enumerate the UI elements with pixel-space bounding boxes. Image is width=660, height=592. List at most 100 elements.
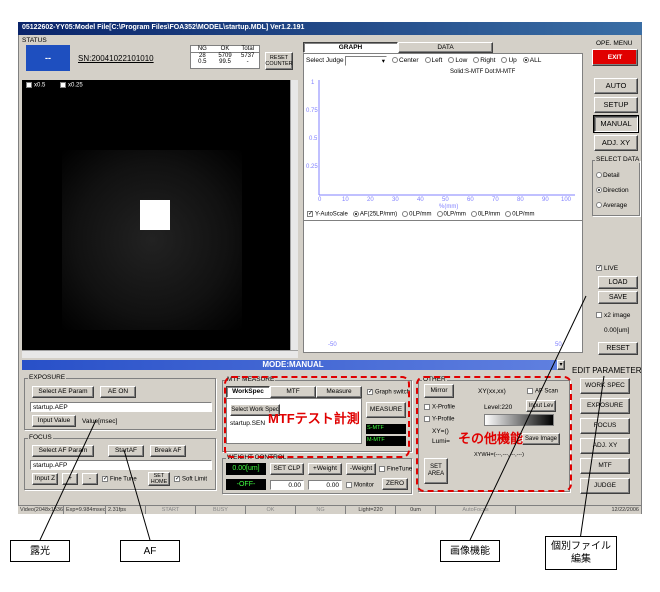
x2image-checkbox[interactable]: x2 image [596,312,630,319]
ytick-025: 0.25 [306,164,318,170]
start-af-button[interactable]: StartAF [108,445,144,457]
freq-radio-4[interactable]: 0LP/mm [505,211,535,218]
status-exposure: Exp=9.984msec [66,506,106,514]
radio-direction[interactable]: Direction [596,187,629,194]
status-video: Video(2048x1536) [20,506,64,514]
soft-limit-checkbox[interactable]: ✓ Soft Limit [174,476,207,483]
adjxy-button[interactable]: ADJ. XY [594,135,638,151]
freq-radio-af[interactable]: AF(25LP/mm) [352,211,397,218]
load-button[interactable]: LOAD [598,276,638,289]
radio-center[interactable]: Center [392,57,419,64]
counter-table: NG OK Total 28 5709 5737 0.5 99.5 - [190,45,260,69]
input-z-button[interactable]: Input Z [32,473,58,485]
freq-row: ✓ Y-AutoScale AF(25LP/mm) 0LP/mm 0LP/mm 0… [307,211,535,218]
xtick-90: 90 [542,197,549,203]
status-bar: Video(2048x1536) Exp=9.984msec 2.31fps S… [18,505,642,514]
status-ok: OK [246,506,296,514]
set-clp-button[interactable]: SET CLP [270,463,304,475]
reset-counter-button[interactable]: RESET COUNTER [265,52,293,70]
target-glow [62,150,242,330]
weight-value-1[interactable]: 0.00 [270,480,304,490]
image-function-callout: 画像機能 [440,540,500,562]
focus-finetune-checkbox[interactable]: ✓ Fine Tune [102,476,137,483]
judge-radios: Center Left Low Right Up ALL [392,57,541,64]
select-af-param-button[interactable]: Select AF Param [32,445,94,457]
save-button[interactable]: SAVE [598,291,638,304]
weight-finetune-checkbox[interactable]: FineTune [379,466,412,473]
radio-detail[interactable]: Detail [596,172,620,179]
chevron-down-icon: ▾ [559,361,563,368]
ae-on-button[interactable]: AE ON [100,386,136,398]
um-readout: 0.00[um] [604,327,630,334]
freq-radio-1[interactable]: 0LP/mm [402,211,432,218]
radio-up[interactable]: Up [501,57,517,64]
exit-button[interactable]: EXIT [592,49,638,66]
ae-file-field[interactable]: startup.AEP [30,402,212,412]
af-callout: AF [120,540,180,562]
z-minus-button[interactable]: - [82,473,98,485]
ng-percent: 0.5 [198,59,207,65]
ope-menu-label: OPE. MENU [596,40,633,47]
x05-checkbox[interactable] [26,82,32,88]
xtick-70: 70 [492,197,499,203]
input-value-button[interactable]: Input Value [32,415,76,427]
freq-radio-2[interactable]: 0LP/mm [436,211,466,218]
x025-checkbox[interactable] [60,82,66,88]
radio-right[interactable]: Right [473,57,495,64]
select-judge-dropdown[interactable]: ▾ [345,56,387,66]
focus-label: FOCUS [28,434,53,441]
radio-low[interactable]: Low [448,57,467,64]
weight-um-display: 0.00[um] [226,463,266,475]
other-highlight-box [416,376,572,492]
edit-exposure-button[interactable]: EXPOSURE [580,398,630,414]
reset-button[interactable]: RESET [598,342,638,355]
image-hscroll[interactable] [22,350,298,358]
x-unit: %(mm) [439,204,458,210]
tab-graph[interactable]: GRAPH [303,42,398,53]
break-af-button[interactable]: Break AF [150,445,186,457]
edit-workspec-button[interactable]: WORK SPEC [580,378,630,394]
z-plus-button[interactable]: + [62,473,78,485]
minus-weight-button[interactable]: -Weight [346,463,376,475]
status-busy: BUSY [196,506,246,514]
freq-radio-3[interactable]: 0LP/mm [470,211,500,218]
manual-button[interactable]: MANUAL [593,115,639,133]
edit-mtf-button[interactable]: MTF [580,458,630,474]
camera-image: x0.5 x0.25 [22,80,290,350]
ytick-05: 0.5 [309,136,318,142]
autoscale-checkbox[interactable]: ✓ Y-AutoScale [307,211,348,218]
status-ng: NG [296,506,346,514]
setup-button[interactable]: SETUP [594,97,638,113]
auto-button[interactable]: AUTO [594,78,638,94]
set-home-button[interactable]: SET HOME [148,472,170,486]
total-header: Total [241,46,255,52]
status-autofocus: AutoFocus [436,506,516,514]
serial-number: SN:20041022101010 [78,54,154,63]
edit-focus-button[interactable]: FOCUS [580,418,630,434]
xtick-10: 10 [342,197,349,203]
individual-file-callout: 個別ファイル 編集 [545,536,617,570]
monitor-checkbox[interactable]: Monitor [346,482,374,489]
radio-average[interactable]: Average [596,202,627,209]
select-ae-param-button[interactable]: Select AE Param [32,386,94,398]
edit-adjxy-button[interactable]: ADJ. XY [580,438,630,454]
mode-dropdown[interactable]: ▾ [557,360,565,370]
xtick-30: 30 [392,197,399,203]
edit-judge-button[interactable]: JUDGE [580,478,630,494]
chevron-down-icon: ▾ [381,58,385,65]
tab-data[interactable]: DATA [398,42,493,53]
radio-left[interactable]: Left [424,57,442,64]
plus-weight-button[interactable]: +Weight [308,463,342,475]
image-vscroll[interactable] [290,80,298,350]
x025-label: x0.25 [68,82,83,89]
af-file-field[interactable]: startup.AFP [30,460,212,470]
ok-header: OK [220,46,230,52]
weight-value-2[interactable]: 0.00 [308,480,342,490]
xtick-100: 100 [561,197,572,203]
live-checkbox[interactable]: ✓ LIVE [596,265,618,272]
radio-all[interactable]: ALL [522,57,541,64]
window-title: 05122602-YY05:Model File[C:\Program File… [18,22,642,35]
zero-button[interactable]: ZERO [382,478,408,490]
mtf-graph: 1 0.75 0.5 0.25 0 10 20 30 40 50 60 70 8… [306,80,575,210]
ytick-075: 0.75 [306,108,318,114]
